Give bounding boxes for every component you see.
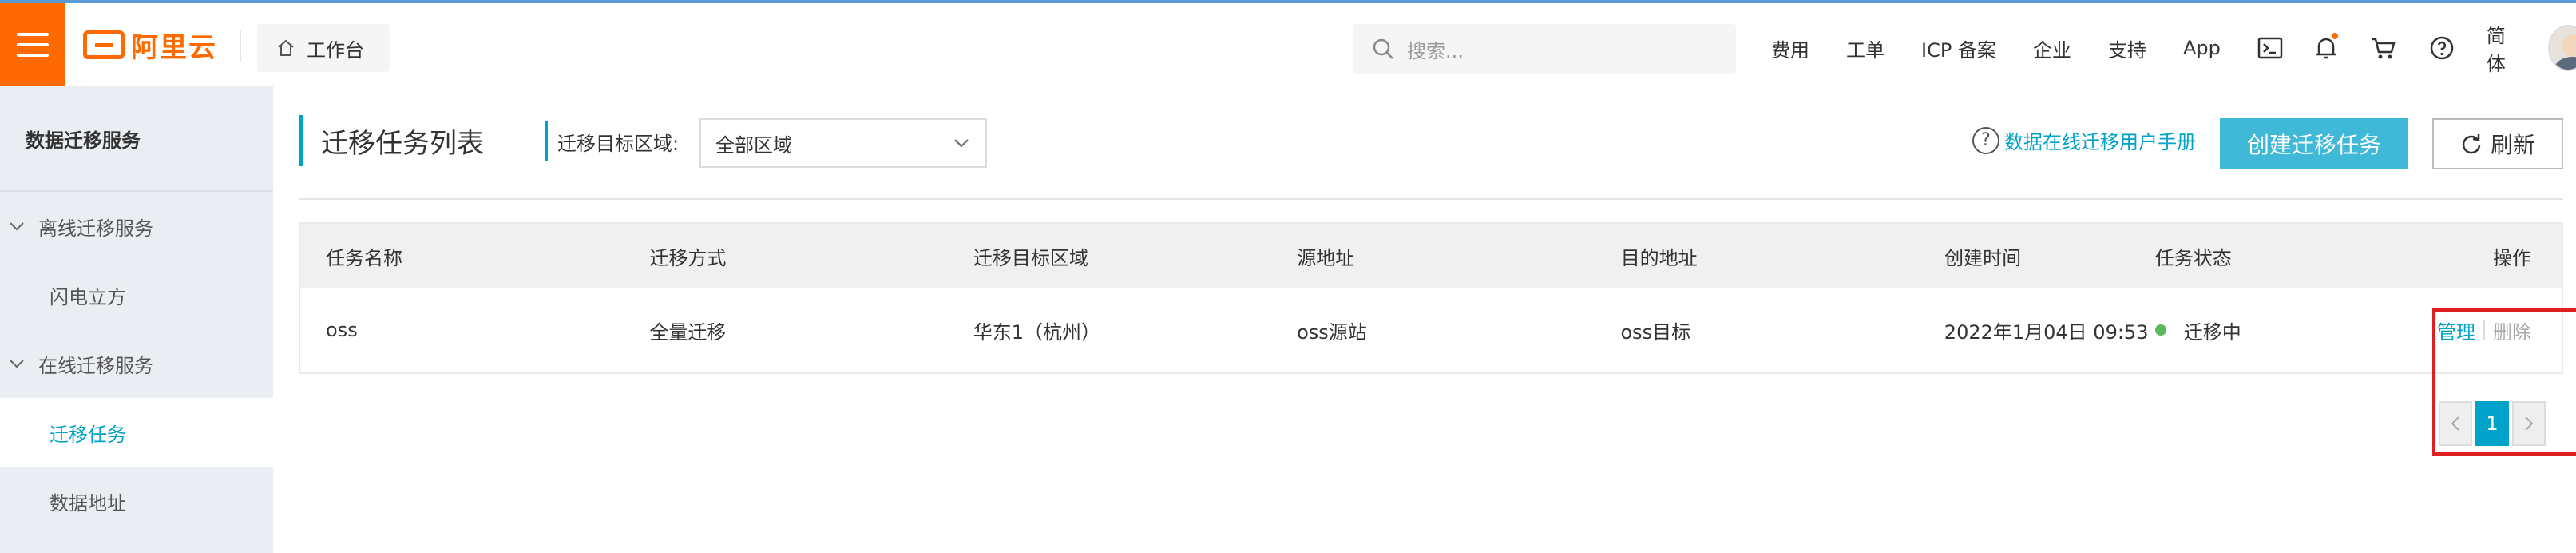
workbench-label: 工作台 — [307, 38, 364, 62]
chevron-down-icon — [954, 139, 969, 148]
help-icon: ? — [1972, 126, 1999, 154]
column-header: 迁移方式 — [649, 246, 727, 269]
nav-tickets[interactable]: 工单 — [1846, 34, 1884, 62]
nav-app[interactable]: App — [2183, 37, 2221, 59]
refresh-label: 刷新 — [2490, 132, 2535, 158]
terminal-icon[interactable] — [2257, 34, 2283, 62]
cell-source: oss源站 — [1297, 320, 1367, 344]
page-number-button[interactable]: 1 — [2475, 401, 2509, 446]
cell-created-time: 2022年1月04日 09:53 — [1944, 320, 2149, 344]
cell-task-name: oss — [326, 319, 358, 341]
nav-support[interactable]: 支持 — [2108, 34, 2146, 62]
task-table: 任务名称 迁移方式 迁移目标区域 源地址 目的地址 创建时间 任务状态 操作 o… — [299, 222, 2563, 374]
nav-fees[interactable]: 费用 — [1771, 34, 1809, 62]
sidebar-group-online[interactable]: 在线迁移服务 — [0, 329, 273, 398]
search-placeholder: 搜索... — [1407, 39, 1464, 62]
search-icon — [1373, 38, 1393, 59]
sidebar-item-data-address[interactable]: 数据地址 — [0, 467, 273, 535]
chevron-down-icon — [10, 222, 24, 231]
page-title: 迁移任务列表 — [299, 115, 484, 166]
refresh-icon — [2462, 134, 2481, 154]
prev-page-button[interactable] — [2439, 401, 2472, 446]
sidebar-item-migration-tasks[interactable]: 迁移任务 — [0, 398, 273, 467]
region-filter-label: 迁移目标区域: — [545, 121, 679, 161]
column-header: 任务状态 — [2154, 246, 2232, 269]
logo-icon — [83, 30, 125, 59]
region-select-value: 全部区域 — [715, 133, 792, 157]
home-icon — [278, 39, 294, 56]
column-header: 源地址 — [1297, 246, 1355, 269]
status-badge: 迁移中 — [2154, 316, 2334, 344]
cart-icon[interactable] — [2370, 34, 2397, 62]
status-dot-icon — [2154, 324, 2166, 336]
aliyun-logo[interactable]: 阿里云 — [83, 27, 217, 64]
column-header: 目的地址 — [1620, 246, 1698, 269]
chevron-left-icon — [2451, 416, 2459, 431]
main-content: 迁移任务列表 迁移目标区域: 全部区域 ? 数据在线迁移用户手册 创建迁移任务 … — [273, 86, 2576, 553]
user-avatar[interactable] — [2547, 25, 2576, 71]
header-divider — [240, 30, 241, 62]
pagination: 1 — [2439, 401, 2546, 446]
column-header: 操作 — [2492, 246, 2531, 269]
status-text: 迁移中 — [2183, 320, 2241, 344]
notification-dot — [2331, 33, 2338, 39]
refresh-button[interactable]: 刷新 — [2432, 118, 2563, 169]
workbench-button[interactable]: 工作台 — [257, 24, 390, 72]
hamburger-menu-button[interactable] — [0, 3, 65, 86]
region-select[interactable]: 全部区域 — [699, 118, 987, 168]
cell-method: 全量迁移 — [649, 320, 727, 344]
sidebar-group-label: 离线迁移服务 — [38, 217, 153, 240]
language-switch[interactable]: 简体 — [2487, 20, 2519, 76]
search-input[interactable]: 搜索... — [1353, 24, 1736, 74]
next-page-button[interactable] — [2512, 401, 2546, 446]
create-task-button[interactable]: 创建迁移任务 — [2220, 118, 2408, 169]
sidebar: 数据迁移服务 离线迁移服务 闪电立方 在线迁移服务 迁移任务 数据地址 — [0, 86, 273, 553]
nav-icp[interactable]: ICP 备案 — [1921, 34, 1996, 62]
column-header: 迁移目标区域 — [973, 246, 1088, 269]
column-header: 任务名称 — [326, 246, 402, 269]
cell-region: 华东1（杭州） — [973, 320, 1100, 344]
logo-text: 阿里云 — [131, 31, 217, 64]
table-row: oss 全量迁移 华东1（杭州） oss源站 oss目标 2022年1月04日 … — [300, 288, 2562, 372]
top-navbar: 阿里云 工作台 搜索... 费用 工单 ICP 备案 企业 支持 App 简体 — [0, 0, 2576, 86]
sidebar-title: 数据迁移服务 — [0, 86, 273, 192]
column-header: 创建时间 — [1944, 246, 2022, 269]
divider — [299, 198, 2563, 200]
help-icon[interactable] — [2429, 34, 2455, 62]
table-header: 任务名称 迁移方式 迁移目标区域 源地址 目的地址 创建时间 任务状态 操作 — [300, 224, 2562, 288]
user-manual-link[interactable]: ? 数据在线迁移用户手册 — [1972, 126, 2196, 154]
sidebar-group-offline[interactable]: 离线迁移服务 — [0, 192, 273, 261]
chevron-down-icon — [10, 360, 24, 368]
bell-icon[interactable] — [2315, 33, 2338, 62]
cell-destination: oss目标 — [1620, 320, 1691, 344]
nav-enterprise[interactable]: 企业 — [2033, 34, 2071, 62]
header-nav: 费用 工单 ICP 备案 企业 支持 App 简体 — [1771, 25, 2576, 75]
cell-status: 迁移中 — [2142, 316, 2334, 344]
user-manual-label: 数据在线迁移用户手册 — [2004, 131, 2196, 153]
sidebar-group-label: 在线迁移服务 — [38, 354, 153, 377]
chevron-right-icon — [2525, 416, 2534, 431]
sidebar-item-lightning-cube[interactable]: 闪电立方 — [0, 261, 273, 329]
